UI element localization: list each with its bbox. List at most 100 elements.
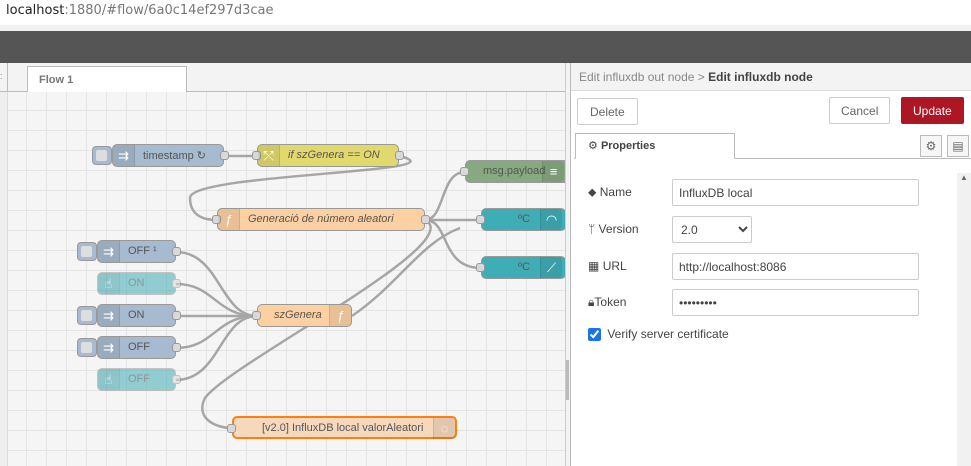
wire	[175, 282, 258, 318]
input-port[interactable]	[460, 167, 469, 176]
node-chart[interactable]: ºC ⟋	[476, 256, 565, 279]
node-on2-label: ON	[128, 309, 145, 321]
inject-button-on[interactable]	[77, 306, 97, 325]
breadcrumb-separator: >	[697, 70, 705, 84]
token-label: 🔒︎Token	[588, 295, 672, 310]
verify-cert-checkbox[interactable]	[588, 328, 601, 342]
inject-button-off-2[interactable]	[77, 338, 97, 357]
output-port[interactable]	[421, 215, 430, 224]
node-off3-label: OFF	[128, 373, 150, 385]
node-influx-label: [v2.0] InfluxDB local valorAleatori	[262, 422, 424, 434]
output-port[interactable]	[172, 279, 181, 288]
output-port[interactable]	[395, 151, 404, 160]
panel-resize-handle[interactable]	[566, 360, 569, 400]
verify-cert-label: Verify server certificate	[607, 327, 729, 341]
name-input[interactable]	[672, 179, 919, 206]
wire	[424, 170, 466, 222]
branch-icon: ᛘ	[588, 222, 596, 236]
token-input[interactable]	[672, 289, 919, 316]
output-port[interactable]	[172, 311, 181, 320]
output-port[interactable]	[172, 375, 181, 384]
breadcrumb: Edit influxdb out node > Edit influxdb n…	[571, 63, 971, 91]
output-port[interactable]	[220, 151, 229, 160]
node-debug-label: msg.payload	[483, 165, 546, 177]
description-doc-icon[interactable]: ▤	[947, 135, 969, 157]
node-generacio[interactable]: ƒ Generació de número aleatori	[212, 208, 430, 231]
app-header	[0, 31, 971, 63]
token-label-text: Token	[594, 295, 627, 309]
node-gauge-label: ºC	[518, 213, 530, 225]
wire	[351, 226, 461, 318]
server-icon: ▦	[588, 259, 600, 273]
influxdb-icon: ◌	[433, 418, 455, 439]
gauge-icon: ◠	[540, 209, 562, 230]
node-timestamp[interactable]: ⇉ timestamp ↻	[112, 144, 229, 167]
wire	[175, 314, 258, 350]
inject-arrow-icon: ⇉	[98, 305, 120, 326]
version-label-text: Version	[598, 222, 639, 236]
input-port[interactable]	[476, 215, 485, 224]
scroll-up-icon[interactable]: ▲	[960, 173, 968, 182]
node-chart-label: ºC	[518, 261, 530, 273]
chart-icon: ⟋	[540, 257, 562, 278]
version-label: ᛘ Version	[588, 222, 672, 236]
input-port[interactable]	[227, 424, 236, 433]
settings-gear-icon[interactable]: ⚙	[920, 135, 942, 157]
node-off2-label: OFF	[128, 341, 150, 353]
inject-arrow-icon: ⇉	[98, 337, 120, 358]
url-label: ▦ URL	[588, 259, 672, 273]
name-label: ⬥ Name	[588, 185, 672, 200]
node-if-szgenera[interactable]: ⤲ if szGenera == ON	[252, 144, 404, 167]
node-timestamp-label: timestamp ↻	[143, 150, 207, 162]
node-inject-on[interactable]: ⇉ ON	[97, 304, 181, 327]
switch-icon: ⤲	[258, 145, 280, 166]
cancel-button[interactable]: Cancel	[829, 97, 891, 124]
debug-list-icon: ≡	[542, 161, 564, 182]
url-label-text: URL	[602, 259, 627, 273]
tag-icon: ⬥	[588, 185, 597, 199]
tab-properties-label: Properties	[600, 140, 656, 152]
node-button-off[interactable]: ☝ OFF	[97, 368, 181, 391]
panel-tabbar: ⚙ Properties ⚙ ▤	[574, 133, 971, 159]
inject-button-timestamp[interactable]	[92, 146, 112, 165]
node-influxdb-out[interactable]: [v2.0] InfluxDB local valorAleatori ◌	[227, 416, 457, 439]
tab-properties[interactable]: ⚙ Properties	[575, 133, 735, 159]
edit-panel: Edit influxdb out node > Edit influxdb n…	[570, 63, 971, 466]
node-if-label: if szGenera == ON	[288, 149, 380, 161]
version-select[interactable]: 2.0	[672, 216, 752, 243]
input-port[interactable]	[476, 263, 485, 272]
update-button[interactable]: Update	[901, 97, 964, 124]
breadcrumb-parent[interactable]: Edit influxdb out node	[579, 70, 694, 84]
node-button-on[interactable]: ☝ ON	[97, 272, 181, 295]
output-port[interactable]	[172, 343, 181, 352]
name-label-text: Name	[599, 185, 632, 199]
url-path: :1880/#flow/6a0c14ef297d3cae	[64, 3, 274, 18]
node-szgenera-label: szGenera	[274, 309, 322, 321]
workspace: : Flow 1 ⇉ timestamp ↻ ⤲ if szGenera == …	[0, 63, 566, 466]
node-inject-off-2[interactable]: ⇉ OFF	[97, 336, 181, 359]
function-icon: ƒ	[329, 305, 351, 326]
output-port[interactable]	[172, 247, 181, 256]
node-generacio-label: Generació de número aleatori	[248, 213, 394, 225]
function-icon: ƒ	[218, 209, 240, 230]
hand-pointer-icon: ☝	[98, 273, 120, 294]
node-off1-label: OFF ¹	[128, 245, 157, 257]
url-host: localhost	[6, 3, 65, 18]
inject-arrow-icon: ⇉	[113, 145, 135, 166]
inject-arrow-icon: ⇉	[98, 241, 120, 262]
node-inject-off-1[interactable]: ⇉ OFF ¹	[97, 240, 181, 263]
panel-scrollbar[interactable]: ▲	[957, 173, 971, 466]
inject-button-off-1[interactable]	[77, 242, 97, 261]
hand-pointer-icon: ☝	[98, 369, 120, 390]
breadcrumb-current: Edit influxdb node	[708, 70, 813, 84]
delete-button[interactable]: Delete	[577, 98, 638, 125]
url-input[interactable]	[672, 253, 919, 280]
node-szgenera[interactable]: szGenera ƒ	[252, 304, 352, 327]
url-bar[interactable]: localhost:1880/#flow/6a0c14ef297d3cae	[0, 0, 971, 25]
verify-cert-row: Verify server certificate	[588, 327, 729, 342]
node-gauge[interactable]: ºC ◠	[476, 208, 565, 231]
node-on1-label: ON	[128, 277, 145, 289]
gear-icon: ⚙	[588, 140, 598, 152]
node-debug-msg-payload[interactable]: msg.payload ≡	[460, 160, 565, 183]
input-port[interactable]	[252, 311, 261, 320]
